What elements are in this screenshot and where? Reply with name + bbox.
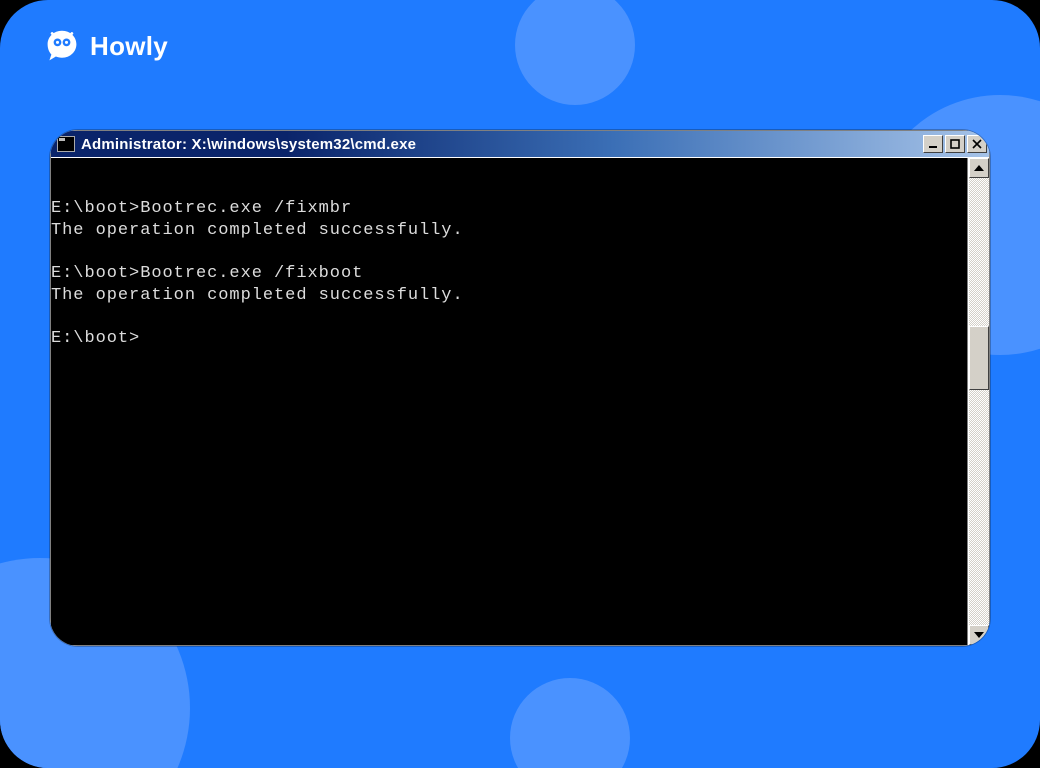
chevron-up-icon bbox=[974, 165, 984, 171]
console-line bbox=[51, 241, 959, 263]
howly-owl-icon bbox=[44, 28, 80, 64]
scroll-down-button[interactable] bbox=[969, 625, 989, 645]
console-line bbox=[51, 176, 959, 198]
vertical-scrollbar[interactable] bbox=[968, 158, 989, 645]
console-line: E:\boot>Bootrec.exe /fixboot bbox=[51, 263, 959, 285]
close-button[interactable] bbox=[967, 135, 987, 153]
maximize-button[interactable] bbox=[945, 135, 965, 153]
cmd-window: Administrator: X:\windows\system32\cmd.e… bbox=[50, 130, 990, 646]
chevron-down-icon bbox=[974, 632, 984, 638]
decorative-bubble bbox=[515, 0, 635, 105]
minimize-button[interactable] bbox=[923, 135, 943, 153]
console-line: E:\boot>Bootrec.exe /fixmbr bbox=[51, 198, 959, 220]
console-line: The operation completed successfully. bbox=[51, 285, 959, 307]
console-line bbox=[51, 307, 959, 329]
window-title: Administrator: X:\windows\system32\cmd.e… bbox=[81, 136, 923, 153]
console-line: E:\boot> bbox=[51, 328, 959, 350]
scroll-thumb[interactable] bbox=[969, 326, 989, 390]
window-client-area: E:\boot>Bootrec.exe /fixmbrThe operation… bbox=[51, 157, 989, 645]
howly-logo: Howly bbox=[44, 28, 168, 64]
screenshot-frame: Administrator: X:\windows\system32\cmd.e… bbox=[50, 130, 990, 646]
scroll-up-button[interactable] bbox=[969, 158, 989, 178]
cmd-icon bbox=[57, 136, 75, 152]
howly-card: Howly Administrator: X:\windows\system32… bbox=[0, 0, 1040, 768]
howly-logo-text: Howly bbox=[90, 31, 168, 62]
scroll-track[interactable] bbox=[969, 178, 989, 625]
decorative-bubble bbox=[510, 678, 630, 768]
window-titlebar[interactable]: Administrator: X:\windows\system32\cmd.e… bbox=[51, 131, 989, 157]
console-line: The operation completed successfully. bbox=[51, 220, 959, 242]
console-output[interactable]: E:\boot>Bootrec.exe /fixmbrThe operation… bbox=[51, 158, 968, 645]
